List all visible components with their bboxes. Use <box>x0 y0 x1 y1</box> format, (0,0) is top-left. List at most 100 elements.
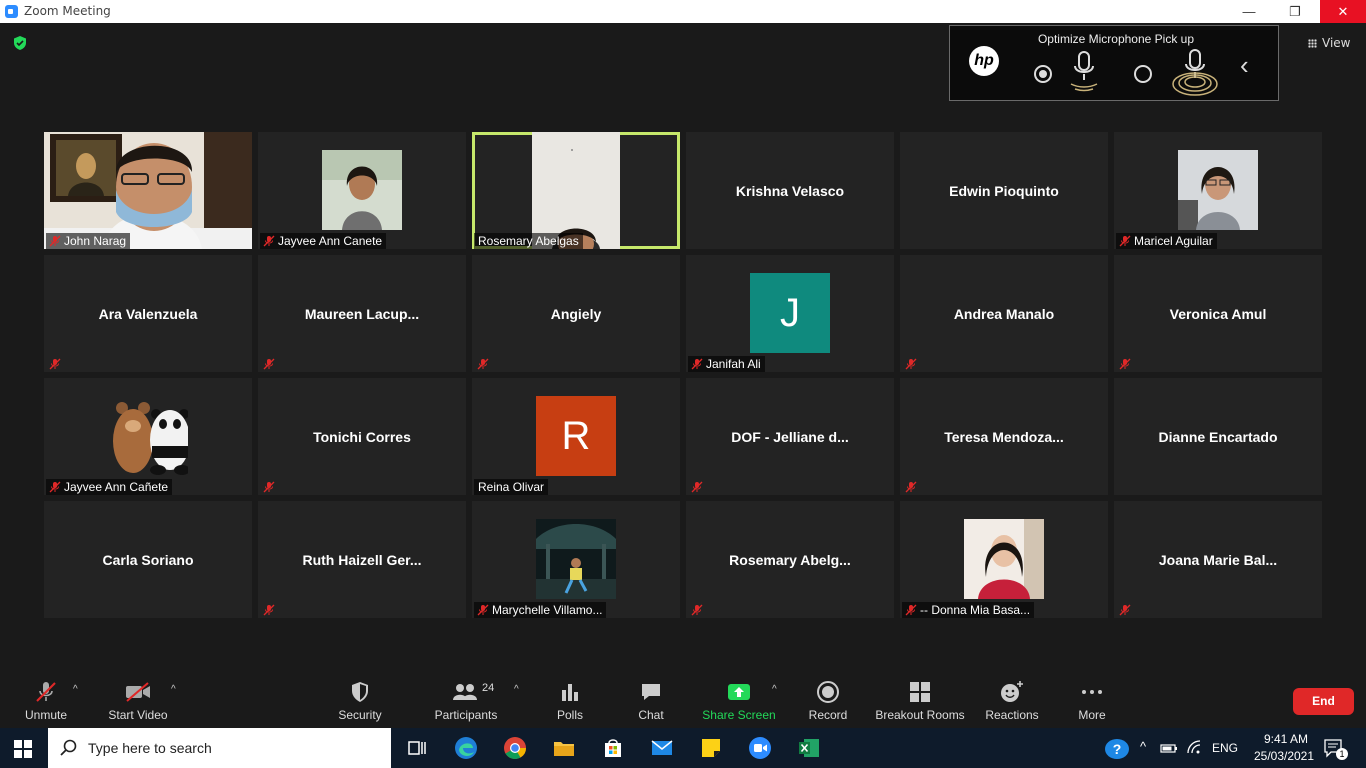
participant-tile[interactable]: Veronica Amul <box>1114 255 1322 372</box>
participant-name: Maricel Aguilar <box>1134 234 1213 248</box>
file-explorer-icon[interactable] <box>552 736 576 760</box>
participant-tile[interactable]: Joana Marie Bal... <box>1114 501 1322 618</box>
participant-tile[interactable]: Maricel Aguilar <box>1114 132 1322 249</box>
edge-browser-icon[interactable] <box>454 736 478 760</box>
clock-time[interactable]: 9:41 AM <box>1250 732 1322 746</box>
mic-muted-icon <box>691 604 703 616</box>
task-view-icon[interactable] <box>405 736 429 760</box>
mic-muted-icon <box>905 481 917 493</box>
reactions-button[interactable]: Reactions <box>984 676 1040 722</box>
participant-tile[interactable]: R Reina Olivar <box>472 378 680 495</box>
share-options-caret-icon[interactable]: ^ <box>772 684 777 695</box>
mic-muted-icon <box>49 358 61 370</box>
participant-tile[interactable]: Dianne Encartado <box>1114 378 1322 495</box>
single-mic-icon <box>1070 51 1098 92</box>
polls-button[interactable]: Polls <box>550 676 590 722</box>
participant-tile[interactable]: Marychelle Villamo... <box>472 501 680 618</box>
maximize-button[interactable]: ❐ <box>1272 0 1318 23</box>
chevron-left-icon[interactable]: ‹ <box>1240 50 1249 81</box>
close-button[interactable]: ✕ <box>1320 0 1366 23</box>
participant-tile[interactable]: J Janifah Ali <box>686 255 894 372</box>
participant-tile[interactable]: Andrea Manalo <box>900 255 1108 372</box>
participant-tile[interactable]: Krishna Velasco <box>686 132 894 249</box>
participant-name: John Narag <box>64 234 127 248</box>
excel-icon[interactable] <box>797 736 821 760</box>
mic-muted-icon <box>49 481 61 493</box>
zoom-app-icon[interactable] <box>748 736 772 760</box>
participant-tile[interactable]: Edwin Pioquinto <box>900 132 1108 249</box>
hp-panel-title: Optimize Microphone Pick up <box>1037 32 1195 46</box>
participant-avatar: R <box>536 396 616 476</box>
view-button[interactable]: View <box>1308 36 1350 50</box>
security-button[interactable]: Security <box>335 676 385 722</box>
microsoft-store-icon[interactable] <box>601 736 625 760</box>
participant-mute-indicator <box>1116 356 1131 372</box>
participant-mute-indicator <box>688 602 703 618</box>
mic-muted-icon <box>477 604 489 616</box>
clock-date[interactable]: 25/03/2021 <box>1246 749 1322 763</box>
participant-name: Maureen Lacup... <box>304 305 420 322</box>
participants-caret-icon[interactable]: ^ <box>514 684 519 695</box>
wifi-icon[interactable] <box>1186 740 1204 756</box>
help-icon[interactable]: ? <box>1105 739 1129 759</box>
mic-muted-icon <box>691 481 703 493</box>
mail-icon[interactable] <box>650 736 674 760</box>
breakout-rooms-button[interactable]: Breakout Rooms <box>874 676 966 722</box>
notification-count: 1 <box>1336 748 1348 760</box>
participant-name: Teresa Mendoza... <box>944 428 1064 445</box>
participant-name-label: Reina Olivar <box>474 479 549 495</box>
video-options-caret-icon[interactable]: ^ <box>171 684 176 695</box>
participant-name: Edwin Pioquinto <box>949 182 1059 199</box>
start-video-button[interactable]: Start Video <box>104 676 172 722</box>
participant-name-label: Janifah Ali <box>688 356 765 372</box>
audio-options-caret-icon[interactable]: ^ <box>73 684 78 695</box>
share-screen-button[interactable]: Share Screen <box>700 676 778 722</box>
end-meeting-button[interactable]: End <box>1293 688 1354 715</box>
window-titlebar: Zoom Meeting — ❐ ✕ <box>0 0 1366 23</box>
minimize-button[interactable]: — <box>1226 0 1272 23</box>
participant-tile[interactable]: Rosemary Abelg... <box>686 501 894 618</box>
zoom-logo-icon <box>5 5 18 18</box>
participant-tile[interactable]: Maureen Lacup... <box>258 255 466 372</box>
battery-icon[interactable] <box>1160 740 1178 756</box>
mic-muted-icon <box>1119 358 1131 370</box>
group-mode-radio[interactable] <box>1134 65 1152 83</box>
participant-video <box>964 519 1044 599</box>
participant-tile[interactable]: John Narag <box>44 132 252 249</box>
windows-start-icon[interactable] <box>14 740 32 758</box>
participant-tile[interactable]: Ruth Haizell Ger... <box>258 501 466 618</box>
participant-name: Jayvee Ann Canete <box>278 234 383 248</box>
sticky-notes-icon[interactable] <box>699 736 723 760</box>
more-button[interactable]: More <box>1072 676 1112 722</box>
participant-tile[interactable]: -- Donna Mia Basa... <box>900 501 1108 618</box>
chat-button[interactable]: Chat <box>630 676 672 722</box>
participant-name-label: John Narag <box>46 233 131 249</box>
tray-overflow-chevron-icon[interactable]: ^ <box>1140 739 1146 754</box>
participant-tile[interactable]: Jayvee Ann Cañete <box>44 378 252 495</box>
participant-name: -- Donna Mia Basa... <box>920 603 1031 617</box>
record-button[interactable]: Record <box>806 676 850 722</box>
participant-tile[interactable]: Carla Soriano <box>44 501 252 618</box>
participant-video <box>322 150 402 230</box>
encryption-shield-icon[interactable] <box>12 35 28 51</box>
mic-muted-icon <box>905 358 917 370</box>
participant-tile[interactable]: Teresa Mendoza... <box>900 378 1108 495</box>
language-indicator[interactable]: ENG <box>1212 741 1238 755</box>
participant-name: Dianne Encartado <box>1158 428 1278 445</box>
participant-tile[interactable]: DOF - Jelliane d... <box>686 378 894 495</box>
participant-tile[interactable]: Angiely <box>472 255 680 372</box>
participant-tile[interactable]: Ara Valenzuela <box>44 255 252 372</box>
taskbar-search-box[interactable]: Type here to search <box>48 728 391 768</box>
mic-muted-icon <box>49 235 61 247</box>
participants-button[interactable]: 24 Participants <box>432 676 500 722</box>
participant-tile[interactable]: Jayvee Ann Canete <box>258 132 466 249</box>
participant-tile[interactable]: Tonichi Corres <box>258 378 466 495</box>
participant-name: Tonichi Corres <box>313 428 411 445</box>
mic-muted-icon <box>263 235 275 247</box>
chrome-browser-icon[interactable] <box>503 736 527 760</box>
mic-muted-icon <box>263 604 275 616</box>
share-screen-icon <box>728 684 750 700</box>
participant-tile[interactable]: Rosemary Abelgas <box>472 132 680 249</box>
personal-mode-radio[interactable] <box>1034 65 1052 83</box>
unmute-button[interactable]: Unmute <box>18 676 74 722</box>
